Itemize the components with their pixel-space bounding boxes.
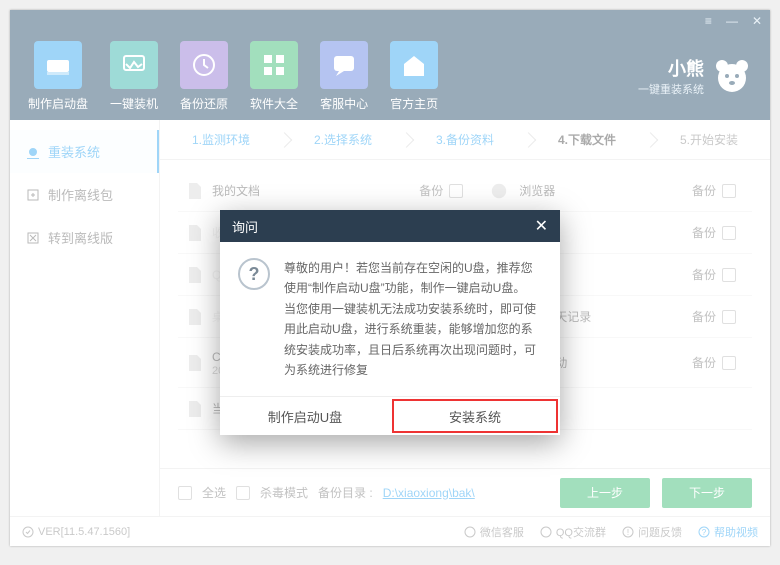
confirm-dialog: 询问 ✕ ? 尊敬的用户！若您当前存在空闲的U盘，推荐您使用“制作启动U盘”功能…: [220, 210, 560, 435]
modal-overlay: 询问 ✕ ? 尊敬的用户！若您当前存在空闲的U盘，推荐您使用“制作启动U盘”功能…: [10, 10, 770, 546]
dialog-message: 尊敬的用户！若您当前存在空闲的U盘，推荐您使用“制作启动U盘”功能，制作一键启动…: [284, 258, 542, 380]
question-icon: ?: [238, 258, 270, 290]
make-usb-button[interactable]: 制作启动U盘: [220, 397, 390, 435]
dialog-close-button[interactable]: ✕: [535, 216, 548, 236]
app-window: ≡ — ✕ 制作启动盘一键装机备份还原软件大全客服中心官方主页 小熊 一键重装系…: [10, 10, 770, 546]
install-system-button[interactable]: 安装系统: [390, 397, 560, 435]
dialog-title: 询问: [232, 217, 258, 236]
